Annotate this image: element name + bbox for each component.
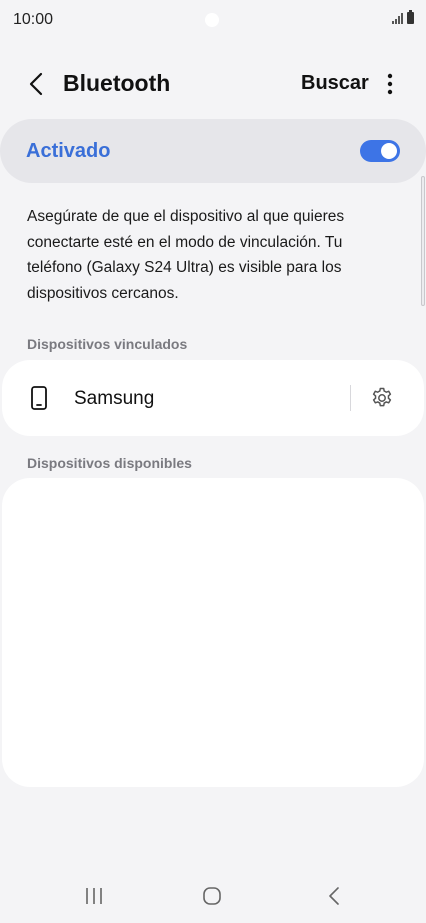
camera-cutout — [205, 13, 219, 27]
scrollbar[interactable] — [421, 176, 425, 306]
nav-back-button[interactable] — [320, 884, 348, 908]
status-icons — [392, 10, 414, 24]
status-bar: 10:00 — [0, 0, 426, 40]
battery-icon — [407, 10, 414, 24]
paired-device-item[interactable]: Samsung — [2, 360, 342, 436]
home-button[interactable] — [198, 884, 226, 908]
switch-knob — [381, 143, 397, 159]
phone-icon — [31, 386, 47, 410]
app-header: Bluetooth Buscar — [0, 60, 426, 108]
divider — [350, 385, 351, 411]
navigation-bar — [0, 870, 426, 923]
status-time: 10:00 — [13, 11, 54, 28]
available-devices-label: Dispositivos disponibles — [27, 455, 192, 471]
recents-icon — [86, 888, 102, 904]
back-icon — [329, 887, 339, 905]
signal-icon — [392, 12, 403, 24]
recents-button[interactable] — [80, 884, 108, 908]
chevron-left-icon — [29, 72, 43, 96]
more-vertical-icon — [387, 73, 393, 95]
device-settings-button[interactable] — [370, 386, 394, 410]
page-title: Bluetooth — [63, 70, 171, 96]
bluetooth-status-label: Activado — [26, 140, 111, 162]
available-devices-list — [2, 478, 424, 787]
gear-icon — [372, 387, 392, 407]
visibility-description: Asegúrate de que el dispositivo al que q… — [27, 208, 345, 302]
search-button[interactable]: Buscar — [301, 72, 369, 95]
device-name: Samsung — [74, 388, 155, 409]
paired-devices-card: Samsung — [2, 360, 424, 436]
home-icon — [203, 887, 221, 905]
paired-devices-label: Dispositivos vinculados — [27, 336, 188, 352]
more-options-button[interactable] — [378, 70, 402, 98]
bluetooth-toggle-card[interactable]: Activado — [0, 119, 426, 183]
bluetooth-switch[interactable] — [360, 140, 400, 162]
back-button[interactable] — [20, 68, 52, 100]
